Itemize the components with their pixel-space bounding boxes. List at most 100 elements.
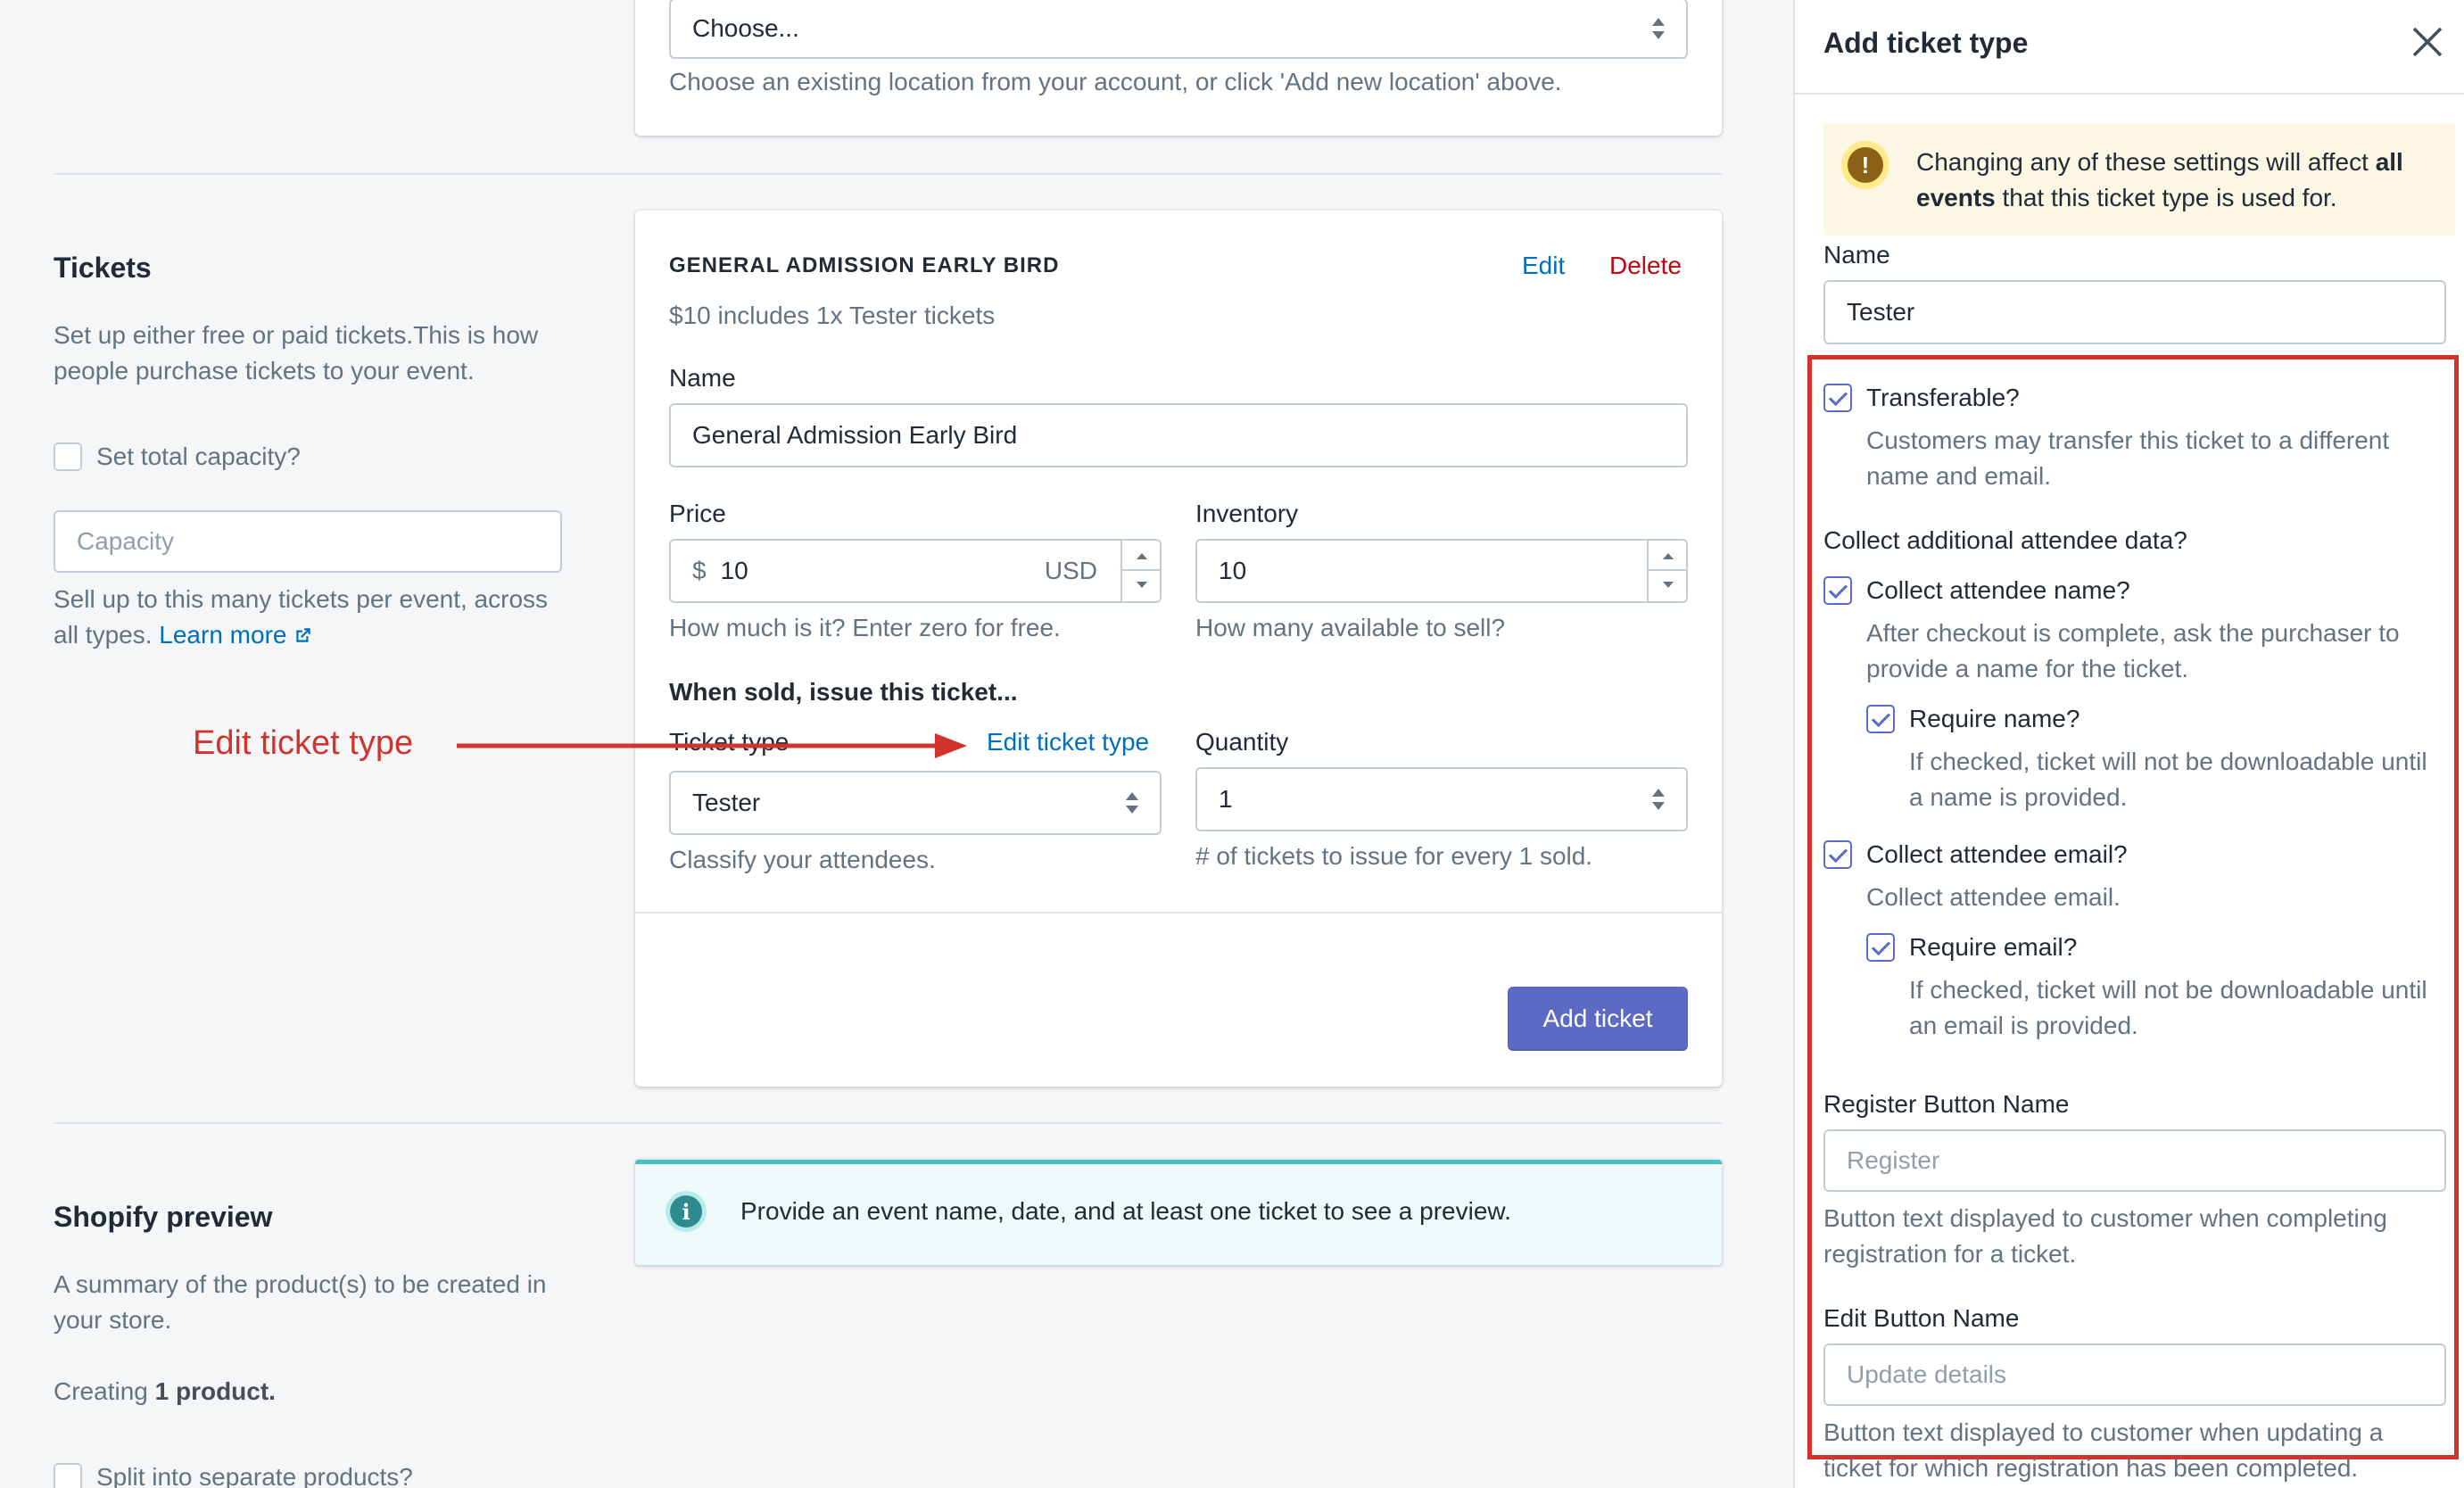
capacity-help: Sell up to this many tickets per event, … (54, 582, 553, 653)
capacity-placeholder: Capacity (77, 527, 174, 555)
panel-header-divider (1795, 93, 2464, 95)
section-divider (54, 173, 1722, 175)
panel-name-input[interactable]: Tester (1823, 280, 2446, 344)
register-button-help: Button text displayed to customer when c… (1823, 1204, 2387, 1268)
panel-name-value: Tester (1847, 298, 1915, 326)
set-capacity-checkbox[interactable] (54, 442, 82, 471)
require-email-label: Require email? (1909, 933, 2078, 961)
panel-name-label: Name (1823, 241, 1890, 269)
stepper-down-icon[interactable] (1649, 571, 1686, 601)
ticket-name-label: Name (669, 364, 736, 392)
currency-code: USD (1044, 557, 1097, 584)
edit-button-placeholder: Update details (1847, 1360, 2007, 1388)
collect-name-label: Collect attendee name? (1866, 576, 2130, 604)
close-icon[interactable] (2410, 25, 2444, 59)
register-button-label: Register Button Name (1823, 1090, 2070, 1118)
require-name-label: Require name? (1909, 705, 2080, 732)
issue-heading: When sold, issue this ticket... (669, 678, 1018, 706)
capacity-input[interactable]: Capacity (54, 510, 562, 573)
collect-name-checkbox[interactable] (1823, 576, 1852, 605)
stepper-up-icon[interactable] (1649, 541, 1686, 571)
transferable-checkbox[interactable] (1823, 384, 1852, 412)
warning-banner: ! Changing any of these settings will af… (1823, 123, 2455, 236)
register-placeholder: Register (1847, 1146, 1940, 1174)
ticket-card-heading: GENERAL ADMISSION EARLY BIRD (669, 253, 1060, 277)
section-divider (54, 1122, 1722, 1124)
require-name-checkbox[interactable] (1866, 705, 1895, 733)
stepper-down-icon[interactable] (1122, 571, 1160, 601)
inventory-help: How many available to sell? (1195, 614, 1506, 641)
price-label: Price (669, 500, 726, 527)
learn-more-link[interactable]: Learn more (159, 621, 313, 649)
price-input[interactable]: $ 10 USD (669, 539, 1162, 603)
collect-email-help: Collect attendee email. (1866, 883, 2121, 911)
price-value: 10 (720, 557, 748, 584)
price-stepper[interactable] (1120, 541, 1160, 601)
location-select[interactable]: Choose... (669, 0, 1688, 59)
require-email-help: If checked, ticket will not be downloada… (1909, 976, 2427, 1039)
edit-ticket-type-link[interactable]: Edit ticket type (987, 724, 1149, 760)
ticket-summary: $10 includes 1x Tester tickets (669, 302, 996, 329)
require-email-checkbox[interactable] (1866, 933, 1895, 962)
inventory-label: Inventory (1195, 500, 1299, 527)
annotation-label: Edit ticket type (193, 724, 414, 762)
creating-prefix: Creating (54, 1377, 148, 1405)
quantity-select[interactable]: 1 (1195, 767, 1688, 831)
require-name-help: If checked, ticket will not be downloada… (1909, 748, 2427, 811)
select-arrows-icon (1650, 786, 1666, 813)
quantity-value: 1 (1219, 785, 1233, 813)
add-ticket-button[interactable]: Add ticket (1508, 987, 1688, 1051)
inventory-stepper[interactable] (1647, 541, 1686, 601)
preview-banner-text: Provide an event name, date, and at leas… (740, 1197, 1511, 1225)
preview-section-title: Shopify preview (54, 1201, 273, 1233)
panel-title: Add ticket type (1823, 27, 2029, 59)
info-icon: i (666, 1191, 707, 1232)
ticket-type-help: Classify your attendees. (669, 846, 936, 873)
ticket-card: GENERAL ADMISSION EARLY BIRD Edit Delete… (635, 211, 1722, 1087)
inventory-input[interactable]: 10 (1195, 539, 1688, 603)
card-footer-divider (635, 912, 1722, 913)
edit-button-name-label: Edit Button Name (1823, 1304, 2020, 1332)
ticket-name-value: General Admission Early Bird (692, 421, 1018, 449)
location-help: Choose an existing location from your ac… (669, 68, 1562, 95)
annotation-arrow-icon (457, 733, 967, 758)
warning-text-prefix: Changing any of these settings will affe… (1916, 148, 2369, 176)
price-help: How much is it? Enter zero for free. (669, 614, 1061, 641)
stepper-up-icon[interactable] (1122, 541, 1160, 571)
location-card: Choose... Choose an existing location fr… (635, 0, 1722, 136)
quantity-label: Quantity (1195, 728, 1289, 756)
transferable-label: Transferable? (1866, 384, 2020, 411)
add-ticket-label: Add ticket (1542, 1004, 1653, 1032)
edit-ticket-link[interactable]: Edit (1522, 248, 1565, 284)
warning-text: Changing any of these settings will affe… (1916, 145, 2443, 216)
collect-email-checkbox[interactable] (1823, 840, 1852, 869)
learn-more-label: Learn more (159, 621, 287, 649)
creating-count: 1 product. (154, 1377, 276, 1405)
inventory-value: 10 (1219, 557, 1247, 584)
register-button-input[interactable]: Register (1823, 1129, 2446, 1192)
tickets-section-description: Set up either free or paid tickets.This … (54, 321, 539, 384)
tickets-section-title: Tickets (54, 252, 152, 284)
transferable-help: Customers may transfer this ticket to a … (1866, 426, 2390, 490)
collect-heading: Collect additional attendee data? (1823, 526, 2187, 554)
edit-button-name-input[interactable]: Update details (1823, 1343, 2446, 1406)
location-select-value: Choose... (692, 14, 799, 42)
split-products-checkbox[interactable] (54, 1463, 82, 1488)
ticket-type-select[interactable]: Tester (669, 771, 1162, 835)
set-capacity-label: Set total capacity? (96, 442, 301, 470)
ticket-name-input[interactable]: General Admission Early Bird (669, 403, 1688, 467)
preview-banner: i Provide an event name, date, and at le… (635, 1160, 1722, 1265)
warning-icon: ! (1841, 141, 1889, 189)
add-ticket-type-panel: Add ticket type ! Changing any of these … (1793, 0, 2464, 1488)
preview-section-description: A summary of the product(s) to be create… (54, 1270, 547, 1334)
edit-button-name-help: Button text displayed to customer when u… (1823, 1418, 2384, 1482)
select-arrows-icon (1650, 15, 1666, 42)
external-link-icon (296, 628, 310, 642)
collect-name-help: After checkout is complete, ask the purc… (1866, 619, 2400, 682)
creating-summary: Creating 1 product. (54, 1374, 276, 1409)
select-arrows-icon (1124, 789, 1140, 816)
delete-ticket-link[interactable]: Delete (1609, 248, 1682, 284)
collect-email-label: Collect attendee email? (1866, 840, 2128, 868)
currency-symbol: $ (692, 557, 707, 584)
quantity-help: # of tickets to issue for every 1 sold. (1195, 842, 1593, 870)
